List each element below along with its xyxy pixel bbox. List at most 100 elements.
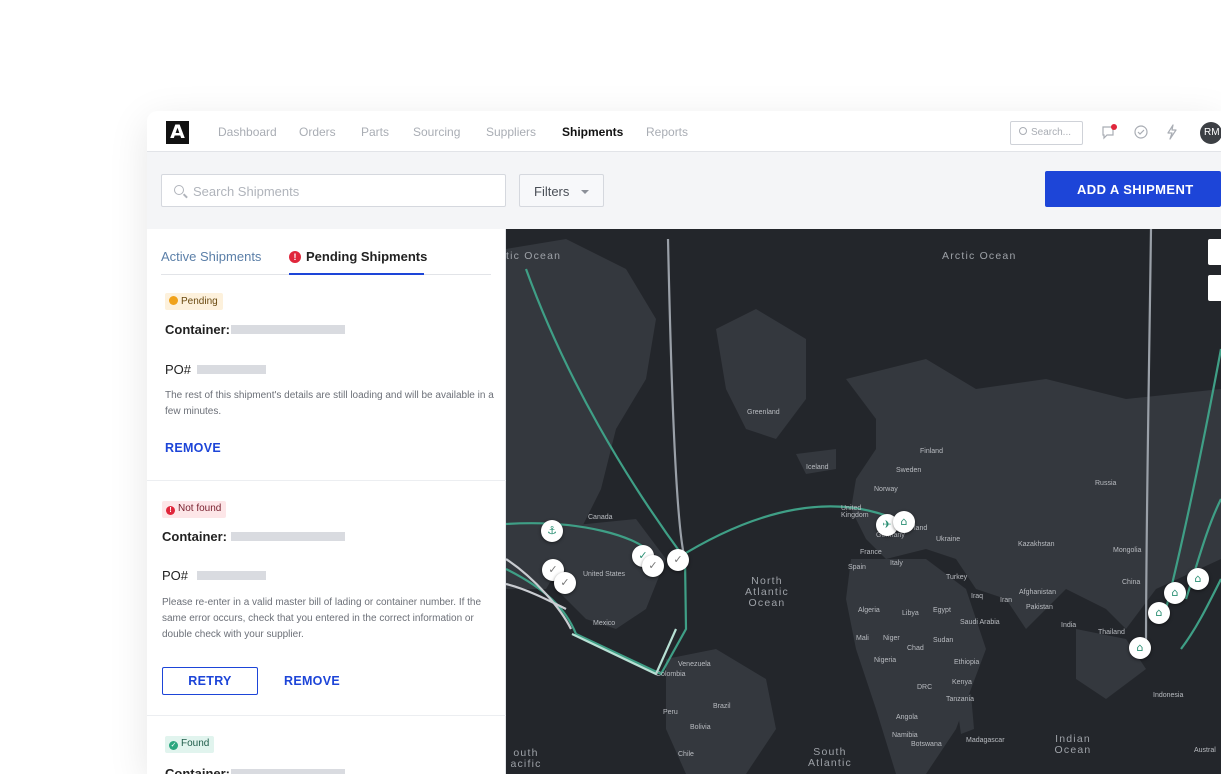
ocean-label-indian: Indian Ocean [1054,733,1092,756]
status-message: Please re-enter in a valid master bill o… [162,597,482,640]
po-label: PO# [165,362,192,377]
nav-orders[interactable]: Orders [299,125,336,139]
po-label: PO# [162,568,189,583]
map-label: Indonesia [1153,692,1184,699]
map-label: Iraq [971,593,984,600]
check-pin-icon[interactable]: ✓ [642,555,664,577]
map-label: Italy [890,560,903,567]
search-shipments-placeholder: Search Shipments [193,184,300,199]
status-badge: Pending [165,293,223,310]
map-label: France [860,549,882,556]
clock-icon [169,296,178,305]
map-label: Mali [856,635,869,642]
remove-button[interactable]: REMOVE [165,441,221,455]
status-message: The rest of this shipment's details are … [165,390,494,417]
map-label: Namibia [892,732,918,739]
map-label: Saudi Arabia [960,619,1000,626]
map-label: China [1122,579,1141,586]
map-label: Pakistan [1026,604,1053,611]
tab-active-shipments[interactable]: Active Shipments [161,249,261,264]
map-label: Mexico [593,620,616,627]
filters-dropdown[interactable]: Filters [519,174,604,207]
search-icon [174,185,184,195]
retry-button[interactable]: RETRY [162,667,258,695]
map-label: Ethiopia [954,659,980,666]
map-label: Sudan [933,637,954,644]
check-pin-icon[interactable]: ✓ [554,572,576,594]
status-label: Found [181,738,210,749]
map-label: Chile [678,751,694,758]
check-circle-icon[interactable] [1132,123,1150,141]
map-label: land [914,525,928,532]
shipments-panel: Active Shipments ! Pending Shipments Pend… [147,229,506,774]
nav-shipments[interactable]: Shipments [562,125,623,139]
search-shipments-input[interactable]: Search Shipments [161,174,506,207]
map-label: Tanzania [946,696,975,703]
logo[interactable]: A [166,121,189,144]
tab-pending-shipments[interactable]: ! Pending Shipments [289,249,427,264]
alert-icon: ! [166,506,175,515]
alert-icon: ! [289,251,301,263]
map-label: Iceland [806,464,829,471]
shipment-map[interactable]: tic Ocean Arctic Ocean North Atlantic Oc… [506,229,1221,774]
map-label: DRC [917,684,933,691]
container-label: Container: [162,529,227,544]
add-shipment-button[interactable]: ADD A SHIPMENT [1045,171,1221,207]
po-placeholder-bar [197,365,266,374]
map-label: Kazakhstan [1018,541,1055,548]
warehouse-pin-icon[interactable]: ⌂ [893,511,915,533]
nav-suppliers[interactable]: Suppliers [486,125,536,139]
map-label: Thailand [1098,629,1125,636]
filters-label: Filters [534,184,570,199]
map-label: Venezuela [678,661,711,668]
shipment-tabs: Active Shipments ! Pending Shipments [161,229,491,275]
status-badge: ! Not found [162,501,227,518]
ocean-label-arctic: Arctic Ocean [942,250,1017,262]
avatar[interactable]: RM [1200,122,1221,144]
map-label: Angola [896,714,918,721]
shipment-card-found: ✓ Found Container: [147,716,506,774]
map-label: Iran [1000,597,1013,604]
map-label: Sweden [896,467,922,474]
warehouse-pin-icon[interactable]: ⌂ [1129,637,1151,659]
nav-parts[interactable]: Parts [361,125,389,139]
map-label: Egypt [933,607,951,614]
map-label: Libya [902,610,919,617]
global-search-input[interactable]: Search... [1010,121,1083,145]
status-badge: ✓ Found [165,736,215,753]
lightning-icon[interactable] [1163,123,1181,141]
check-pin-icon[interactable]: ✓ [667,549,689,571]
anchor-pin-icon[interactable]: ⚓ [541,520,563,542]
shipment-card-pending: Pending Container: PO# The rest of this … [147,275,506,481]
warehouse-pin-icon[interactable]: ⌂ [1164,582,1186,604]
map-label: Canada [588,514,613,521]
map-label: Niger [883,635,900,642]
check-icon: ✓ [169,741,178,750]
warehouse-pin-icon[interactable]: ⌂ [1187,568,1209,590]
warehouse-pin-icon[interactable]: ⌂ [1148,602,1170,624]
map-label: United States [583,571,626,578]
map-label: Norway [874,486,898,493]
ocean-label-south-pacific: outh acific [510,747,542,770]
container-placeholder-bar [231,532,345,541]
remove-button[interactable]: REMOVE [284,674,340,688]
map-label: Colombia [656,671,686,678]
map-label: Mongolia [1113,547,1142,554]
fullscreen-icon[interactable] [1208,239,1221,265]
locate-icon[interactable] [1208,275,1221,301]
container-label: Container: [165,322,230,337]
nav-sourcing[interactable]: Sourcing [413,125,460,139]
nav-reports[interactable]: Reports [646,125,688,139]
po-placeholder-bar [197,571,266,580]
notifications-icon[interactable] [1100,123,1118,141]
top-navigation: A Dashboard Orders Parts Sourcing Suppli… [147,111,1221,152]
map-label: Spain [848,564,866,571]
status-label: Not found [178,503,222,514]
tab-pending-label: Pending Shipments [306,249,428,264]
container-placeholder-bar [231,325,345,334]
nav-dashboard[interactable]: Dashboard [218,125,277,139]
map-label: United Kingdom [841,505,869,519]
map-label: India [1061,622,1077,629]
ocean-label-south-atlantic: South Atlantic [807,746,853,769]
map-graphic [506,229,1221,774]
